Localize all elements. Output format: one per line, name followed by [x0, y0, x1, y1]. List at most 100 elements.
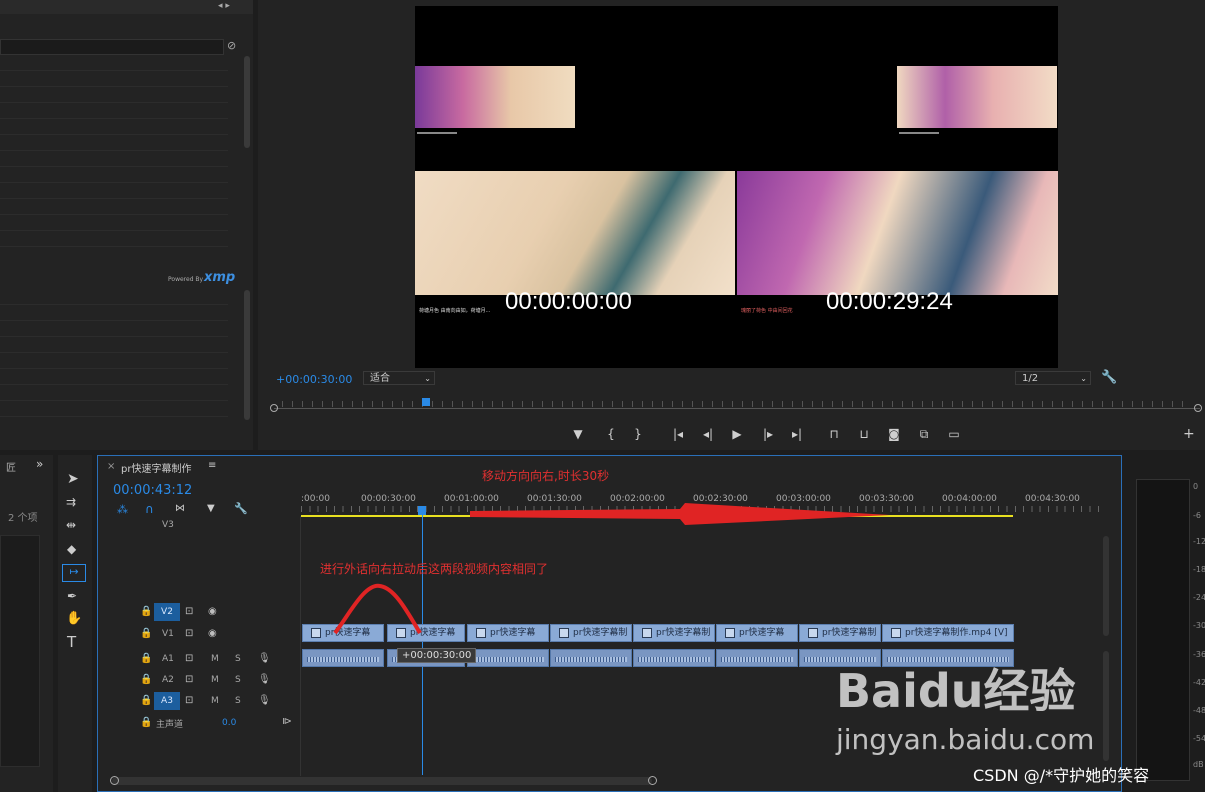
sequence-tab[interactable]: pr快速字幕制作: [121, 460, 191, 475]
search-field[interactable]: [0, 39, 224, 55]
track-v1: 🔒 V1 ⊡ ◉: [128, 624, 300, 644]
add-button-icon[interactable]: +: [1183, 426, 1195, 442]
nest-icon[interactable]: ⁂: [117, 503, 128, 516]
close-tab-icon[interactable]: ×: [107, 461, 115, 472]
microphone-icon[interactable]: 🎙: [258, 653, 271, 664]
scrollbar-top[interactable]: [244, 56, 250, 148]
solo-button[interactable]: S: [235, 675, 241, 685]
audio-v-scrollbar[interactable]: [1103, 651, 1109, 761]
linked-selection-icon[interactable]: ⋈: [175, 503, 185, 514]
h-scroll-handle-left[interactable]: [110, 776, 119, 785]
fit-dropdown[interactable]: 适合 ⌄: [363, 371, 435, 385]
scrollbar-bottom[interactable]: [244, 290, 250, 420]
timeline-h-scrollbar[interactable]: [112, 777, 652, 785]
comparison-icon[interactable]: ⧉: [914, 426, 934, 442]
track-v1-label[interactable]: V1: [162, 629, 174, 639]
video-clip[interactable]: pr快速字幕制: [550, 624, 632, 642]
pen-tool-icon[interactable]: ✒: [67, 589, 77, 603]
program-timecode[interactable]: +00:00:30:00: [276, 373, 352, 386]
wrench-icon[interactable]: 🔧: [1101, 370, 1117, 385]
go-to-end-icon[interactable]: ⧐: [282, 716, 292, 727]
expand-panels-icon[interactable]: »: [36, 457, 43, 471]
play-icon[interactable]: ▶: [727, 426, 747, 442]
sync-lock-icon[interactable]: ⊡: [185, 653, 193, 664]
mute-button[interactable]: M: [211, 675, 219, 685]
video-clip[interactable]: pr快速字幕制: [799, 624, 881, 642]
microphone-icon[interactable]: 🎙: [258, 674, 271, 685]
master-volume[interactable]: 0.0: [222, 718, 236, 728]
playhead-marker[interactable]: [422, 398, 430, 406]
extract-icon[interactable]: ⊔: [854, 426, 874, 442]
mark-in-icon[interactable]: {: [601, 426, 621, 442]
type-tool-icon[interactable]: T: [67, 633, 76, 651]
tab-menu-icon[interactable]: ≡: [208, 460, 216, 471]
audio-clip[interactable]: [633, 649, 715, 667]
razor-tool-icon[interactable]: ◆: [67, 542, 76, 556]
video-frame: 00:00:00:00 00:00:29:24 荷塘月色 由南向由如，荷塘月..…: [415, 6, 1058, 368]
timeline-current-time[interactable]: 00:00:43:12: [113, 483, 192, 498]
panel-arrows[interactable]: ◂ ▸: [218, 1, 230, 11]
hand-tool-icon[interactable]: ✋: [66, 611, 82, 626]
solo-button[interactable]: S: [235, 696, 241, 706]
lock-icon[interactable]: 🔒: [140, 606, 152, 617]
lock-icon[interactable]: 🔒: [140, 674, 152, 685]
filter-icon[interactable]: ⊘: [227, 39, 236, 52]
lock-icon[interactable]: 🔒: [140, 628, 152, 639]
scrub-handle-right[interactable]: [1194, 404, 1202, 412]
track-a3-target[interactable]: A3: [154, 692, 180, 710]
add-marker-icon[interactable]: ▼: [207, 503, 215, 514]
ripple-edit-tool-icon[interactable]: ⇹: [66, 518, 76, 532]
resolution-dropdown[interactable]: 1/2 ⌄: [1015, 371, 1091, 385]
timeline-v-scrollbar[interactable]: [1103, 536, 1109, 636]
audio-clip[interactable]: [467, 649, 549, 667]
annotation-arrow: [470, 503, 890, 525]
lock-icon[interactable]: 🔒: [140, 717, 152, 728]
timeline-settings-icon[interactable]: 🔧: [234, 502, 248, 515]
video-clip[interactable]: pr快速字幕制作.mp4 [V]: [882, 624, 1014, 642]
sync-lock-icon[interactable]: ⊡: [185, 606, 193, 617]
step-forward-icon[interactable]: |▸: [758, 426, 778, 442]
meter-label: -12: [1193, 537, 1205, 546]
eye-icon[interactable]: ◉: [208, 628, 217, 639]
track-a2-label[interactable]: A2: [162, 675, 174, 685]
program-scrubber[interactable]: [270, 398, 1202, 414]
eye-icon[interactable]: ◉: [208, 606, 217, 617]
lift-icon[interactable]: ⊓: [824, 426, 844, 442]
track-a1-label[interactable]: A1: [162, 654, 174, 664]
video-clip[interactable]: pr快速字幕: [467, 624, 549, 642]
selection-tool-icon[interactable]: ➤: [67, 471, 79, 487]
sync-lock-icon[interactable]: ⊡: [185, 695, 193, 706]
lock-icon[interactable]: 🔒: [140, 653, 152, 664]
audio-clip[interactable]: [550, 649, 632, 667]
audio-clip[interactable]: [716, 649, 798, 667]
marker-icon[interactable]: ▼: [568, 426, 588, 442]
mute-button[interactable]: M: [211, 696, 219, 706]
camera-icon[interactable]: ◙: [884, 426, 904, 442]
mark-out-icon[interactable]: }: [628, 426, 648, 442]
slip-tool-icon[interactable]: ↦: [62, 564, 86, 582]
scrub-handle-left[interactable]: [270, 404, 278, 412]
solo-button[interactable]: S: [235, 654, 241, 664]
track-v2-target[interactable]: V2: [154, 603, 180, 621]
large-thumb-left: [415, 171, 735, 295]
audio-meter: [1136, 479, 1190, 781]
fit-label: 适合: [370, 373, 390, 384]
safe-margins-icon[interactable]: ▭: [944, 426, 964, 442]
go-to-in-icon[interactable]: |◂: [668, 426, 688, 442]
sync-lock-icon[interactable]: ⊡: [185, 628, 193, 639]
video-clip[interactable]: pr快速字幕: [716, 624, 798, 642]
lock-icon[interactable]: 🔒: [140, 695, 152, 706]
microphone-icon[interactable]: 🎙: [258, 695, 271, 706]
small-caption-right: [899, 132, 939, 134]
go-to-out-icon[interactable]: ▸|: [787, 426, 807, 442]
step-back-icon[interactable]: ◂|: [698, 426, 718, 442]
video-clip[interactable]: pr快速字幕制: [633, 624, 715, 642]
audio-clip[interactable]: [302, 649, 384, 667]
timeline-playhead-marker[interactable]: [418, 506, 426, 515]
sync-lock-icon[interactable]: ⊡: [185, 674, 193, 685]
h-scroll-handle-right[interactable]: [648, 776, 657, 785]
snap-magnet-icon[interactable]: ∩: [145, 502, 154, 516]
mute-button[interactable]: M: [211, 654, 219, 664]
panel-tab[interactable]: 匠: [6, 459, 16, 474]
track-select-tool-icon[interactable]: ⇉: [66, 495, 76, 509]
